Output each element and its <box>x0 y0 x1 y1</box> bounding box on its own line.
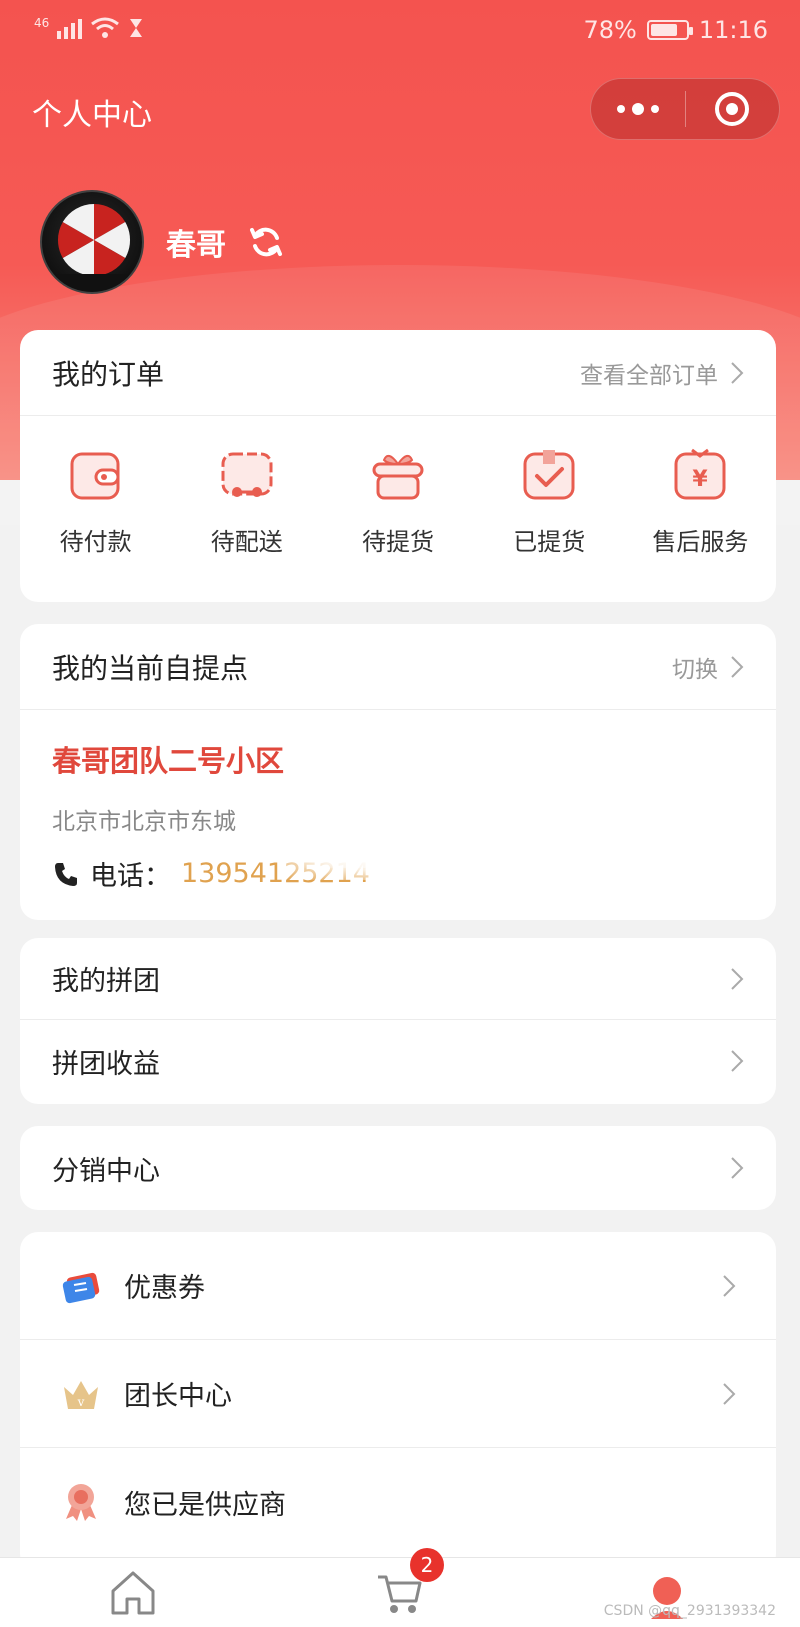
view-all-orders-link[interactable]: 查看全部订单 <box>580 356 744 390</box>
nav-bar: 个人中心 <box>0 62 800 158</box>
clock: 11:16 <box>698 16 768 44</box>
crown-icon: v <box>64 1380 98 1409</box>
watermark: CSDN @qq_2931393342 <box>603 1603 776 1619</box>
wifi-icon <box>91 17 120 38</box>
status-bar: 46 78% 11:16 <box>0 0 800 62</box>
redaction-blur <box>280 840 520 880</box>
order-label: 售后服务 <box>652 528 749 556</box>
station-details: 春哥团队二号小区 北京市北京市东城 电话： 13954125214 <box>20 710 776 920</box>
chevron-right-icon <box>731 655 744 678</box>
home-icon <box>111 1571 155 1614</box>
phone-label: 电话： <box>90 861 171 892</box>
refresh-icon[interactable] <box>248 224 284 260</box>
order-label: 待提货 <box>362 528 434 556</box>
phone-icon <box>55 862 77 886</box>
battery-icon <box>646 20 693 40</box>
more-button[interactable] <box>591 79 685 139</box>
chevron-right-icon <box>731 361 744 384</box>
status-left: 46 <box>34 16 144 40</box>
order-pending-delivery[interactable]: 待配送 <box>171 446 322 602</box>
station-name: 春哥团队二号小区 <box>52 744 285 778</box>
row-label: 拼团收益 <box>52 1048 160 1080</box>
order-status-list: 待付款 待配送 待提货 已提货 ¥ 售后服务 <box>20 416 776 602</box>
mini-program-capsule <box>590 78 780 140</box>
distribution-center-row[interactable]: 分销中心 <box>20 1126 776 1210</box>
avatar[interactable] <box>40 190 144 294</box>
coupon-icon <box>62 1272 100 1303</box>
order-after-sales[interactable]: ¥ 售后服务 <box>625 446 776 602</box>
status-right: 78% 11:16 <box>583 16 768 44</box>
chevron-right-icon <box>723 1382 736 1405</box>
svg-text:v: v <box>77 1395 85 1409</box>
chevron-right-icon <box>731 967 744 990</box>
after-sales-yen-icon: ¥ <box>674 448 726 500</box>
medal-ribbon-icon <box>66 1484 96 1521</box>
chevron-right-icon <box>731 1157 744 1179</box>
row-label: 您已是供应商 <box>124 1489 286 1521</box>
row-left: v 团长中心 <box>60 1373 232 1415</box>
pickup-station-card: 我的当前自提点 切换 春哥团队二号小区 北京市北京市东城 电话： 1395412… <box>20 624 776 920</box>
target-icon <box>715 92 750 126</box>
group-buy-earnings-row[interactable]: 拼团收益 <box>20 1020 776 1102</box>
row-label: 我的拼团 <box>52 966 160 997</box>
chevron-right-icon <box>723 1274 736 1297</box>
station-title: 我的当前自提点 <box>52 651 249 685</box>
delivery-truck-icon <box>221 452 273 497</box>
switch-station-link[interactable]: 切换 <box>672 650 744 684</box>
battery-percent: 78% <box>583 16 637 44</box>
picked-up-check-icon <box>523 450 575 500</box>
orders-title: 我的订单 <box>52 357 165 391</box>
switch-label: 切换 <box>672 656 718 683</box>
close-mini-program-button[interactable] <box>686 79 780 139</box>
page: 46 78% 11:16 个人中心 春哥 我的订单 查看全部订单 待付款 待配送… <box>0 0 800 1627</box>
coupon-row[interactable]: 优惠券 <box>20 1232 776 1340</box>
extras-card: 优惠券 v 团长中心 您已是供应商 <box>20 1232 776 1572</box>
row-left: 优惠券 <box>60 1265 205 1307</box>
tab-cart[interactable]: 2 <box>267 1548 534 1627</box>
order-label: 待配送 <box>210 528 283 556</box>
orders-card: 我的订单 查看全部订单 待付款 待配送 待提货 已提货 ¥ 售后服务 <box>20 330 776 602</box>
hourglass-icon <box>130 19 143 37</box>
signal-icon <box>57 17 83 39</box>
more-dots-icon <box>616 103 659 115</box>
group-buy-card: 我的拼团 拼团收益 <box>20 938 776 1104</box>
row-label: 团长中心 <box>124 1381 232 1412</box>
order-pending-pickup[interactable]: 待提货 <box>322 446 473 602</box>
team-leader-center-row[interactable]: v 团长中心 <box>20 1340 776 1448</box>
umbrella-logo-icon <box>50 204 138 288</box>
view-all-orders-label: 查看全部订单 <box>580 362 718 389</box>
row-label: 分销中心 <box>52 1155 160 1187</box>
page-title: 个人中心 <box>32 98 152 133</box>
order-picked-up[interactable]: 已提货 <box>474 446 625 602</box>
distribution-card: 分销中心 <box>20 1126 776 1210</box>
gift-box-icon <box>372 454 424 500</box>
battery-fill <box>650 24 678 36</box>
chevron-right-icon <box>731 1050 744 1072</box>
tab-home[interactable] <box>0 1558 267 1627</box>
my-group-buy-row[interactable]: 我的拼团 <box>20 938 776 1020</box>
svg-text:¥: ¥ <box>693 467 709 492</box>
supplier-status-row: 您已是供应商 <box>20 1448 776 1556</box>
order-label: 待付款 <box>59 528 132 556</box>
order-label: 已提货 <box>513 528 586 556</box>
row-left: 您已是供应商 <box>60 1481 286 1523</box>
station-header: 我的当前自提点 切换 <box>20 624 776 710</box>
row-label: 优惠券 <box>124 1273 205 1304</box>
network-type: 46 <box>34 16 50 30</box>
username: 春哥 <box>166 228 226 263</box>
orders-header: 我的订单 查看全部订单 <box>20 330 776 416</box>
order-pending-payment[interactable]: 待付款 <box>20 446 171 602</box>
profile-section: 春哥 <box>40 190 284 294</box>
cart-badge: 2 <box>410 1548 444 1582</box>
wallet-icon <box>70 452 120 500</box>
